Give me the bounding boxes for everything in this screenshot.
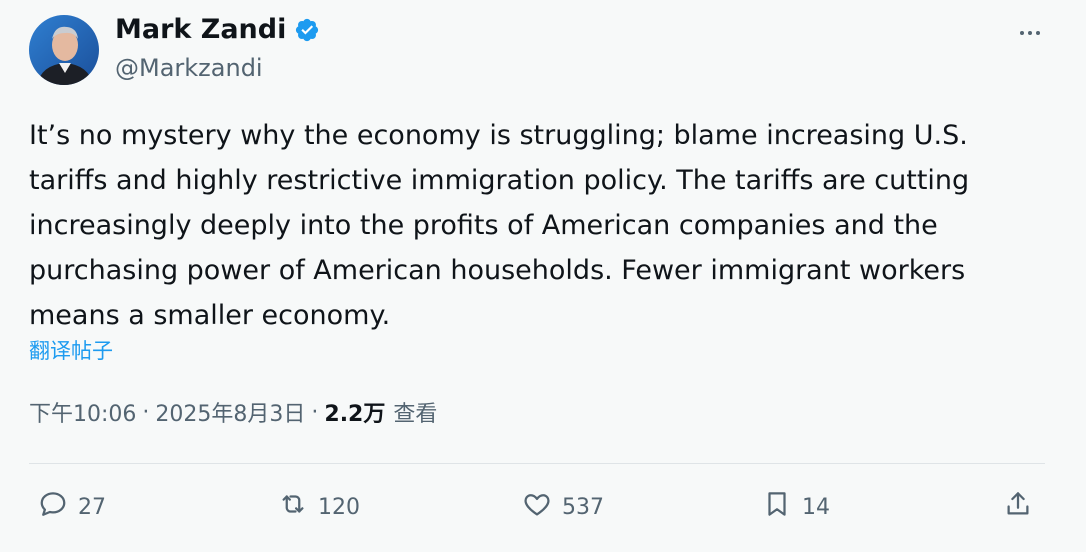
heart-icon (522, 489, 552, 525)
translate-link[interactable]: 翻译帖子 (29, 335, 113, 365)
tweet-text: It’s no mystery why the economy is strug… (29, 120, 970, 331)
author-name[interactable]: Mark Zandi (115, 14, 320, 45)
like-count: 537 (562, 494, 604, 520)
verified-badge-icon (294, 17, 320, 43)
avatar[interactable] (29, 15, 99, 85)
retweet-icon (278, 489, 308, 525)
tweet-card: Mark Zandi @Markzandi It’s no mystery wh… (0, 0, 1086, 552)
divider (29, 463, 1045, 464)
share-icon (1003, 489, 1033, 525)
views-label: 查看 (393, 402, 438, 427)
more-options-icon[interactable] (1010, 20, 1050, 46)
meta-separator: · (311, 399, 319, 425)
reply-button[interactable]: 27 (38, 487, 106, 527)
author-name-text[interactable]: Mark Zandi (115, 14, 286, 45)
views-count: 2.2万 (324, 402, 386, 427)
retweet-button[interactable]: 120 (278, 487, 360, 527)
tweet-time[interactable]: 下午10:06 (29, 396, 136, 428)
reply-icon (38, 489, 68, 525)
bookmark-count: 14 (802, 494, 830, 520)
action-bar: 27 120 537 14 (0, 487, 1086, 527)
meta-separator: · (142, 399, 150, 425)
bookmark-button[interactable]: 14 (762, 487, 830, 527)
like-button[interactable]: 537 (522, 487, 604, 527)
tweet-meta: 下午10:06 · 2025年8月3日 · 2.2万 查看 (29, 396, 437, 428)
share-button[interactable] (1003, 487, 1033, 527)
tweet-date[interactable]: 2025年8月3日 (155, 396, 305, 428)
bookmark-icon (762, 489, 792, 525)
author-handle[interactable]: @Markzandi (115, 54, 263, 82)
retweet-count: 120 (318, 494, 360, 520)
reply-count: 27 (78, 494, 106, 520)
